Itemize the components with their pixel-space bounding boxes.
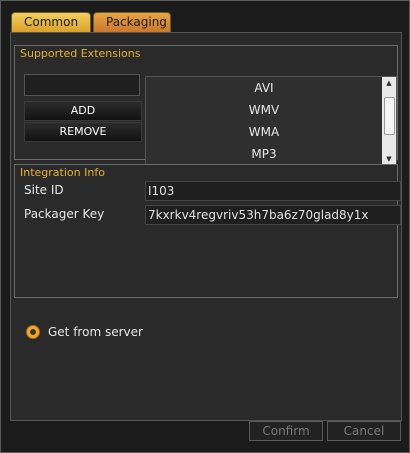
- packager-key-label: Packager Key: [24, 207, 105, 221]
- remove-button[interactable]: REMOVE: [24, 122, 142, 142]
- scroll-up-icon[interactable]: ▲: [382, 77, 396, 89]
- confirm-button[interactable]: Confirm: [249, 421, 323, 441]
- tab-common[interactable]: Common: [11, 12, 91, 32]
- cancel-button[interactable]: Cancel: [327, 421, 401, 441]
- tab-bar: Common Packaging: [11, 12, 173, 32]
- site-id-label: Site ID: [24, 183, 64, 197]
- tab-packaging[interactable]: Packaging: [93, 12, 171, 32]
- list-item[interactable]: MP3: [146, 143, 382, 165]
- list-item[interactable]: AVI: [146, 77, 382, 99]
- radio-selected-icon[interactable]: [26, 325, 40, 339]
- extension-input[interactable]: [24, 74, 140, 96]
- integration-info-group: Integration Info Site ID I103 Packager K…: [14, 164, 401, 298]
- site-id-field[interactable]: I103: [145, 181, 401, 201]
- scroll-thumb[interactable]: [384, 97, 395, 135]
- supported-extensions-title: Supported Extensions: [20, 47, 141, 60]
- list-item[interactable]: WMA: [146, 121, 382, 143]
- get-from-server-option[interactable]: Get from server: [26, 325, 143, 339]
- add-button[interactable]: ADD: [24, 101, 142, 121]
- packager-key-field[interactable]: 7kxrkv4regvriv53h7ba6z70glad8y1x: [145, 205, 401, 225]
- integration-info-title: Integration Info: [20, 166, 105, 179]
- supported-extensions-group: Supported Extensions ADD REMOVE AVI WMV …: [14, 45, 398, 166]
- list-item[interactable]: WMV: [146, 99, 382, 121]
- packaging-panel: Supported Extensions ADD REMOVE AVI WMV …: [10, 32, 402, 421]
- extensions-list[interactable]: AVI WMV WMA MP3 ▲ ▼: [145, 76, 397, 166]
- get-from-server-label: Get from server: [48, 325, 143, 339]
- list-scrollbar[interactable]: ▲ ▼: [382, 77, 396, 165]
- settings-window: Common Packaging Supported Extensions AD…: [0, 0, 410, 453]
